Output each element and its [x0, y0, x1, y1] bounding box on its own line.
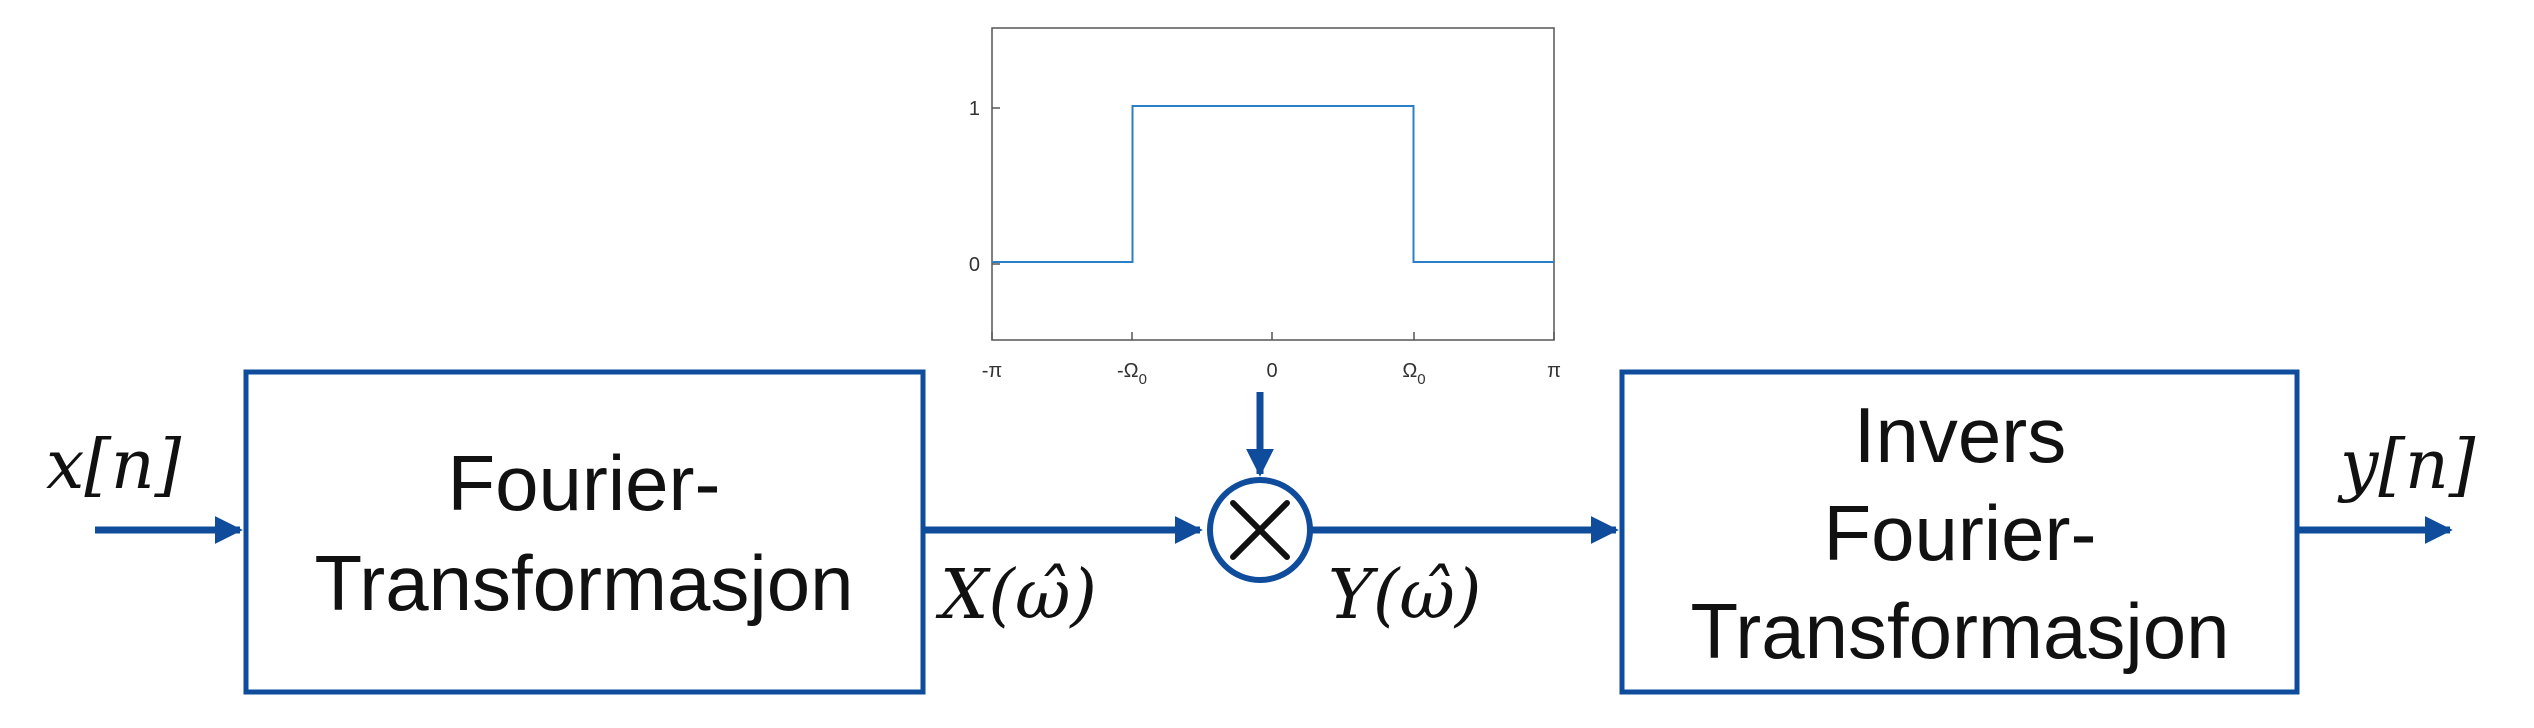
- x-tick-label-neg-omega0: -Ω0: [1117, 360, 1147, 388]
- input-spectrum-label: X(ω̂): [935, 556, 1097, 635]
- plot-frame: [991, 27, 1555, 341]
- inverse-block-line2: Fourier-: [1823, 489, 2096, 577]
- fourier-transform-block: Fourier- Transformasjon: [243, 369, 926, 695]
- plot-series: [992, 105, 1554, 263]
- multiplier-node: [1207, 477, 1313, 583]
- x-tick-label-zero: 0: [1266, 360, 1277, 382]
- x-tick-subscript: 0: [1417, 371, 1425, 388]
- y-tick-label-0: 0: [969, 254, 980, 276]
- fourier-block-line2: Transformasjon: [315, 539, 854, 627]
- output-spectrum-label: Y(ω̂): [1328, 556, 1481, 635]
- fourier-block-frame: [243, 369, 926, 695]
- inverse-fourier-transform-block: Invers Fourier- Transformasjon: [1619, 369, 2300, 695]
- filter-block-diagram: 0 1 -π -Ω0 0 Ω0 π x[n] Fourier- Transfor…: [46, 27, 2476, 695]
- x-tick-label-neg-pi: -π: [982, 360, 1002, 382]
- x-tick-text: π: [1547, 360, 1561, 382]
- y-tick-label-1: 1: [969, 98, 980, 120]
- input-signal-label: x[n]: [46, 426, 182, 505]
- x-tick-text: Ω: [1402, 360, 1417, 382]
- x-tick-text: 0: [1266, 360, 1277, 382]
- x-tick-text: -π: [982, 360, 1002, 382]
- fourier-block-line1: Fourier-: [447, 439, 720, 527]
- x-tick-subscript: 0: [1139, 371, 1147, 388]
- series-line-0: [992, 105, 1554, 263]
- x-tick-label-pi: π: [1547, 360, 1561, 382]
- x-tick-label-omega0: Ω0: [1402, 360, 1425, 388]
- frequency-response-plot: 0 1 -π -Ω0 0 Ω0 π: [969, 27, 1561, 388]
- y-ticks: 0 1: [969, 98, 1000, 276]
- x-tick-text: -Ω: [1117, 360, 1139, 382]
- inverse-block-line3: Transformasjon: [1691, 587, 2230, 675]
- output-signal-label: y[n]: [2337, 426, 2476, 505]
- inverse-block-line1: Invers: [1854, 391, 2066, 479]
